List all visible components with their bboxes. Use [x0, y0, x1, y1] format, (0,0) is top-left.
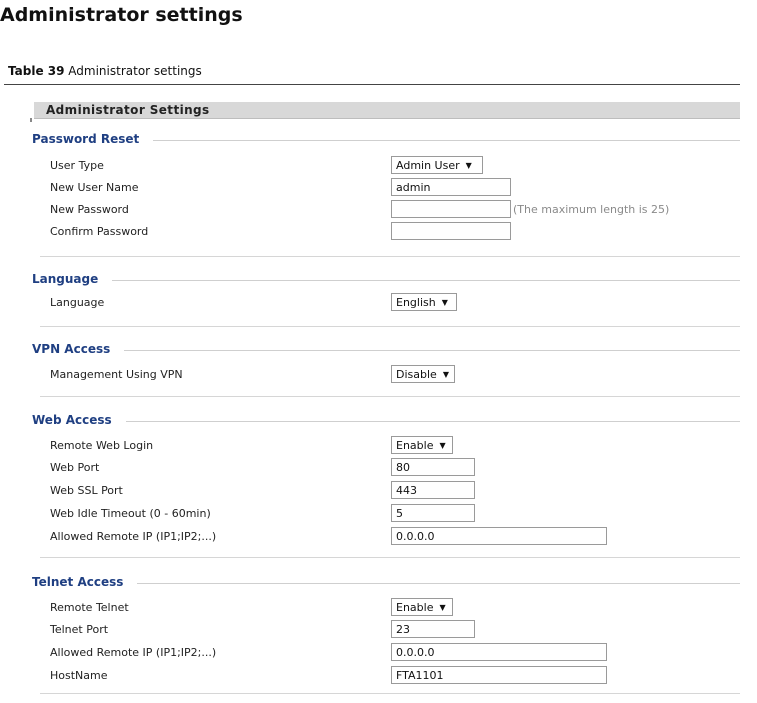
row-hostname: HostName FTA1101 — [40, 666, 740, 686]
section-body: Management Using VPN Disable ▼ — [40, 360, 740, 397]
section-header: Web Access — [26, 413, 740, 429]
row-new-user-name: New User Name admin — [40, 178, 740, 198]
web-idle-timeout-input[interactable]: 5 — [391, 504, 475, 522]
caption-divider — [4, 84, 740, 85]
section-header: Password Reset — [26, 132, 740, 148]
dropdown-arrow-icon: ▼ — [439, 441, 446, 450]
row-allowed-remote-ip: Allowed Remote IP (IP1;IP2;...) 0.0.0.0 — [40, 527, 740, 547]
section-divider — [32, 280, 740, 281]
management-vpn-label: Management Using VPN — [50, 368, 183, 381]
remote-telnet-select[interactable]: Enable ▼ — [391, 598, 453, 616]
section-divider — [32, 583, 740, 584]
new-user-name-input[interactable]: admin — [391, 178, 511, 196]
dropdown-arrow-icon: ▼ — [465, 161, 472, 170]
section-title: Telnet Access — [32, 575, 138, 589]
dropdown-arrow-icon: ▼ — [439, 603, 446, 612]
row-confirm-password: Confirm Password — [40, 222, 740, 242]
section-body: Remote Web Login Enable ▼ Web Port 80 Web… — [40, 431, 740, 558]
section-header: VPN Access — [26, 342, 740, 358]
web-allowed-remote-ip-input[interactable]: 0.0.0.0 — [391, 527, 607, 545]
password-length-hint: (The maximum length is 25) — [513, 203, 670, 216]
user-type-select[interactable]: Admin User ▼ — [391, 156, 483, 174]
management-vpn-select[interactable]: Disable ▼ — [391, 365, 455, 383]
web-port-label: Web Port — [50, 461, 100, 474]
dropdown-arrow-icon: ▼ — [441, 298, 448, 307]
section-divider — [32, 421, 740, 422]
row-new-password: New Password (The maximum length is 25) — [40, 200, 740, 220]
section-body: User Type Admin User ▼ New User Name admi… — [40, 150, 740, 257]
section-header: Telnet Access — [26, 575, 740, 591]
remote-telnet-value: Enable — [396, 601, 434, 614]
row-remote-telnet: Remote Telnet Enable ▼ — [40, 598, 740, 618]
section-title: Language — [32, 272, 113, 286]
web-idle-timeout-label: Web Idle Timeout (0 - 60min) — [50, 507, 211, 520]
telnet-allowed-remote-ip-input[interactable]: 0.0.0.0 — [391, 643, 607, 661]
section-title: VPN Access — [32, 342, 125, 356]
row-web-ssl-port: Web SSL Port 443 — [40, 481, 740, 501]
user-type-label: User Type — [50, 159, 104, 172]
allowed-remote-ip-label: Allowed Remote IP (IP1;IP2;...) — [50, 530, 217, 543]
web-ssl-port-label: Web SSL Port — [50, 484, 123, 497]
table-caption-label: Table 39 — [8, 64, 65, 78]
language-label: Language — [50, 296, 105, 309]
section-header: Language — [26, 272, 740, 288]
row-management-vpn: Management Using VPN Disable ▼ — [40, 365, 740, 385]
user-type-value: Admin User — [396, 159, 460, 172]
new-password-label: New Password — [50, 203, 129, 216]
dropdown-arrow-icon: ▼ — [442, 370, 449, 379]
administrator-settings-panel: Administrator Settings Password Reset Us… — [26, 96, 740, 702]
panel-header: Administrator Settings — [34, 102, 740, 119]
remote-web-login-label: Remote Web Login — [50, 439, 154, 452]
row-user-type: User Type Admin User ▼ — [40, 156, 740, 176]
section-title: Web Access — [32, 413, 126, 427]
row-language: Language English ▼ — [40, 293, 740, 313]
section-body: Remote Telnet Enable ▼ Telnet Port 23 All… — [40, 593, 740, 694]
confirm-password-label: Confirm Password — [50, 225, 149, 238]
section-divider — [32, 350, 740, 351]
remote-web-login-value: Enable — [396, 439, 434, 452]
new-user-name-label: New User Name — [50, 181, 139, 194]
table-caption-text: Administrator settings — [68, 64, 202, 78]
page-title: Administrator settings — [0, 4, 243, 26]
web-port-input[interactable]: 80 — [391, 458, 475, 476]
telnet-port-label: Telnet Port — [50, 623, 109, 636]
new-password-input[interactable] — [391, 200, 511, 218]
web-ssl-port-input[interactable]: 443 — [391, 481, 475, 499]
remote-telnet-label: Remote Telnet — [50, 601, 129, 614]
hostname-label: HostName — [50, 669, 108, 682]
panel-corner-mark — [30, 118, 32, 122]
row-web-idle-timeout: Web Idle Timeout (0 - 60min) 5 — [40, 504, 740, 524]
row-telnet-allowed-remote-ip: Allowed Remote IP (IP1;IP2;...) 0.0.0.0 — [40, 643, 740, 663]
management-vpn-value: Disable — [396, 368, 437, 381]
telnet-allowed-remote-ip-label: Allowed Remote IP (IP1;IP2;...) — [50, 646, 217, 659]
confirm-password-input[interactable] — [391, 222, 511, 240]
row-web-port: Web Port 80 — [40, 458, 740, 478]
language-select[interactable]: English ▼ — [391, 293, 457, 311]
section-title: Password Reset — [32, 132, 154, 146]
table-caption: Table 39 Administrator settings — [8, 64, 202, 78]
row-telnet-port: Telnet Port 23 — [40, 620, 740, 640]
language-value: English — [396, 296, 436, 309]
remote-web-login-select[interactable]: Enable ▼ — [391, 436, 453, 454]
telnet-port-input[interactable]: 23 — [391, 620, 475, 638]
hostname-input[interactable]: FTA1101 — [391, 666, 607, 684]
row-remote-web-login: Remote Web Login Enable ▼ — [40, 436, 740, 456]
section-body: Language English ▼ — [40, 290, 740, 327]
panel-header-title: Administrator Settings — [46, 103, 210, 117]
